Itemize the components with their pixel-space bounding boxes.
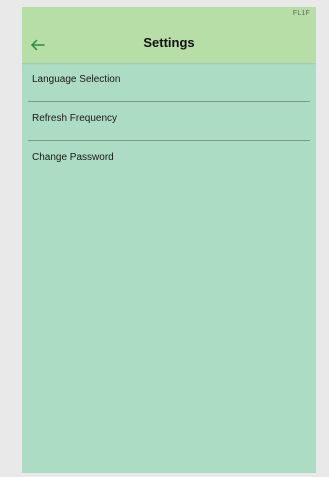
settings-item-label: Change Password [32, 152, 114, 163]
settings-item-label: Language Selection [32, 74, 121, 85]
settings-list: Language Selection Refresh Frequency Cha… [22, 63, 316, 179]
phone-screen: FL1F Settings Language Selection Refresh… [22, 7, 316, 473]
settings-item-label: Refresh Frequency [32, 113, 118, 124]
settings-item-language-selection[interactable]: Language Selection [22, 63, 316, 101]
settings-item-change-password[interactable]: Change Password [22, 141, 316, 179]
page-title: Settings [143, 35, 195, 50]
status-bar: FL1F [22, 7, 316, 27]
app-bar: Settings [22, 27, 316, 63]
settings-item-refresh-frequency[interactable]: Refresh Frequency [22, 102, 316, 140]
status-code: FL1F [292, 10, 310, 17]
